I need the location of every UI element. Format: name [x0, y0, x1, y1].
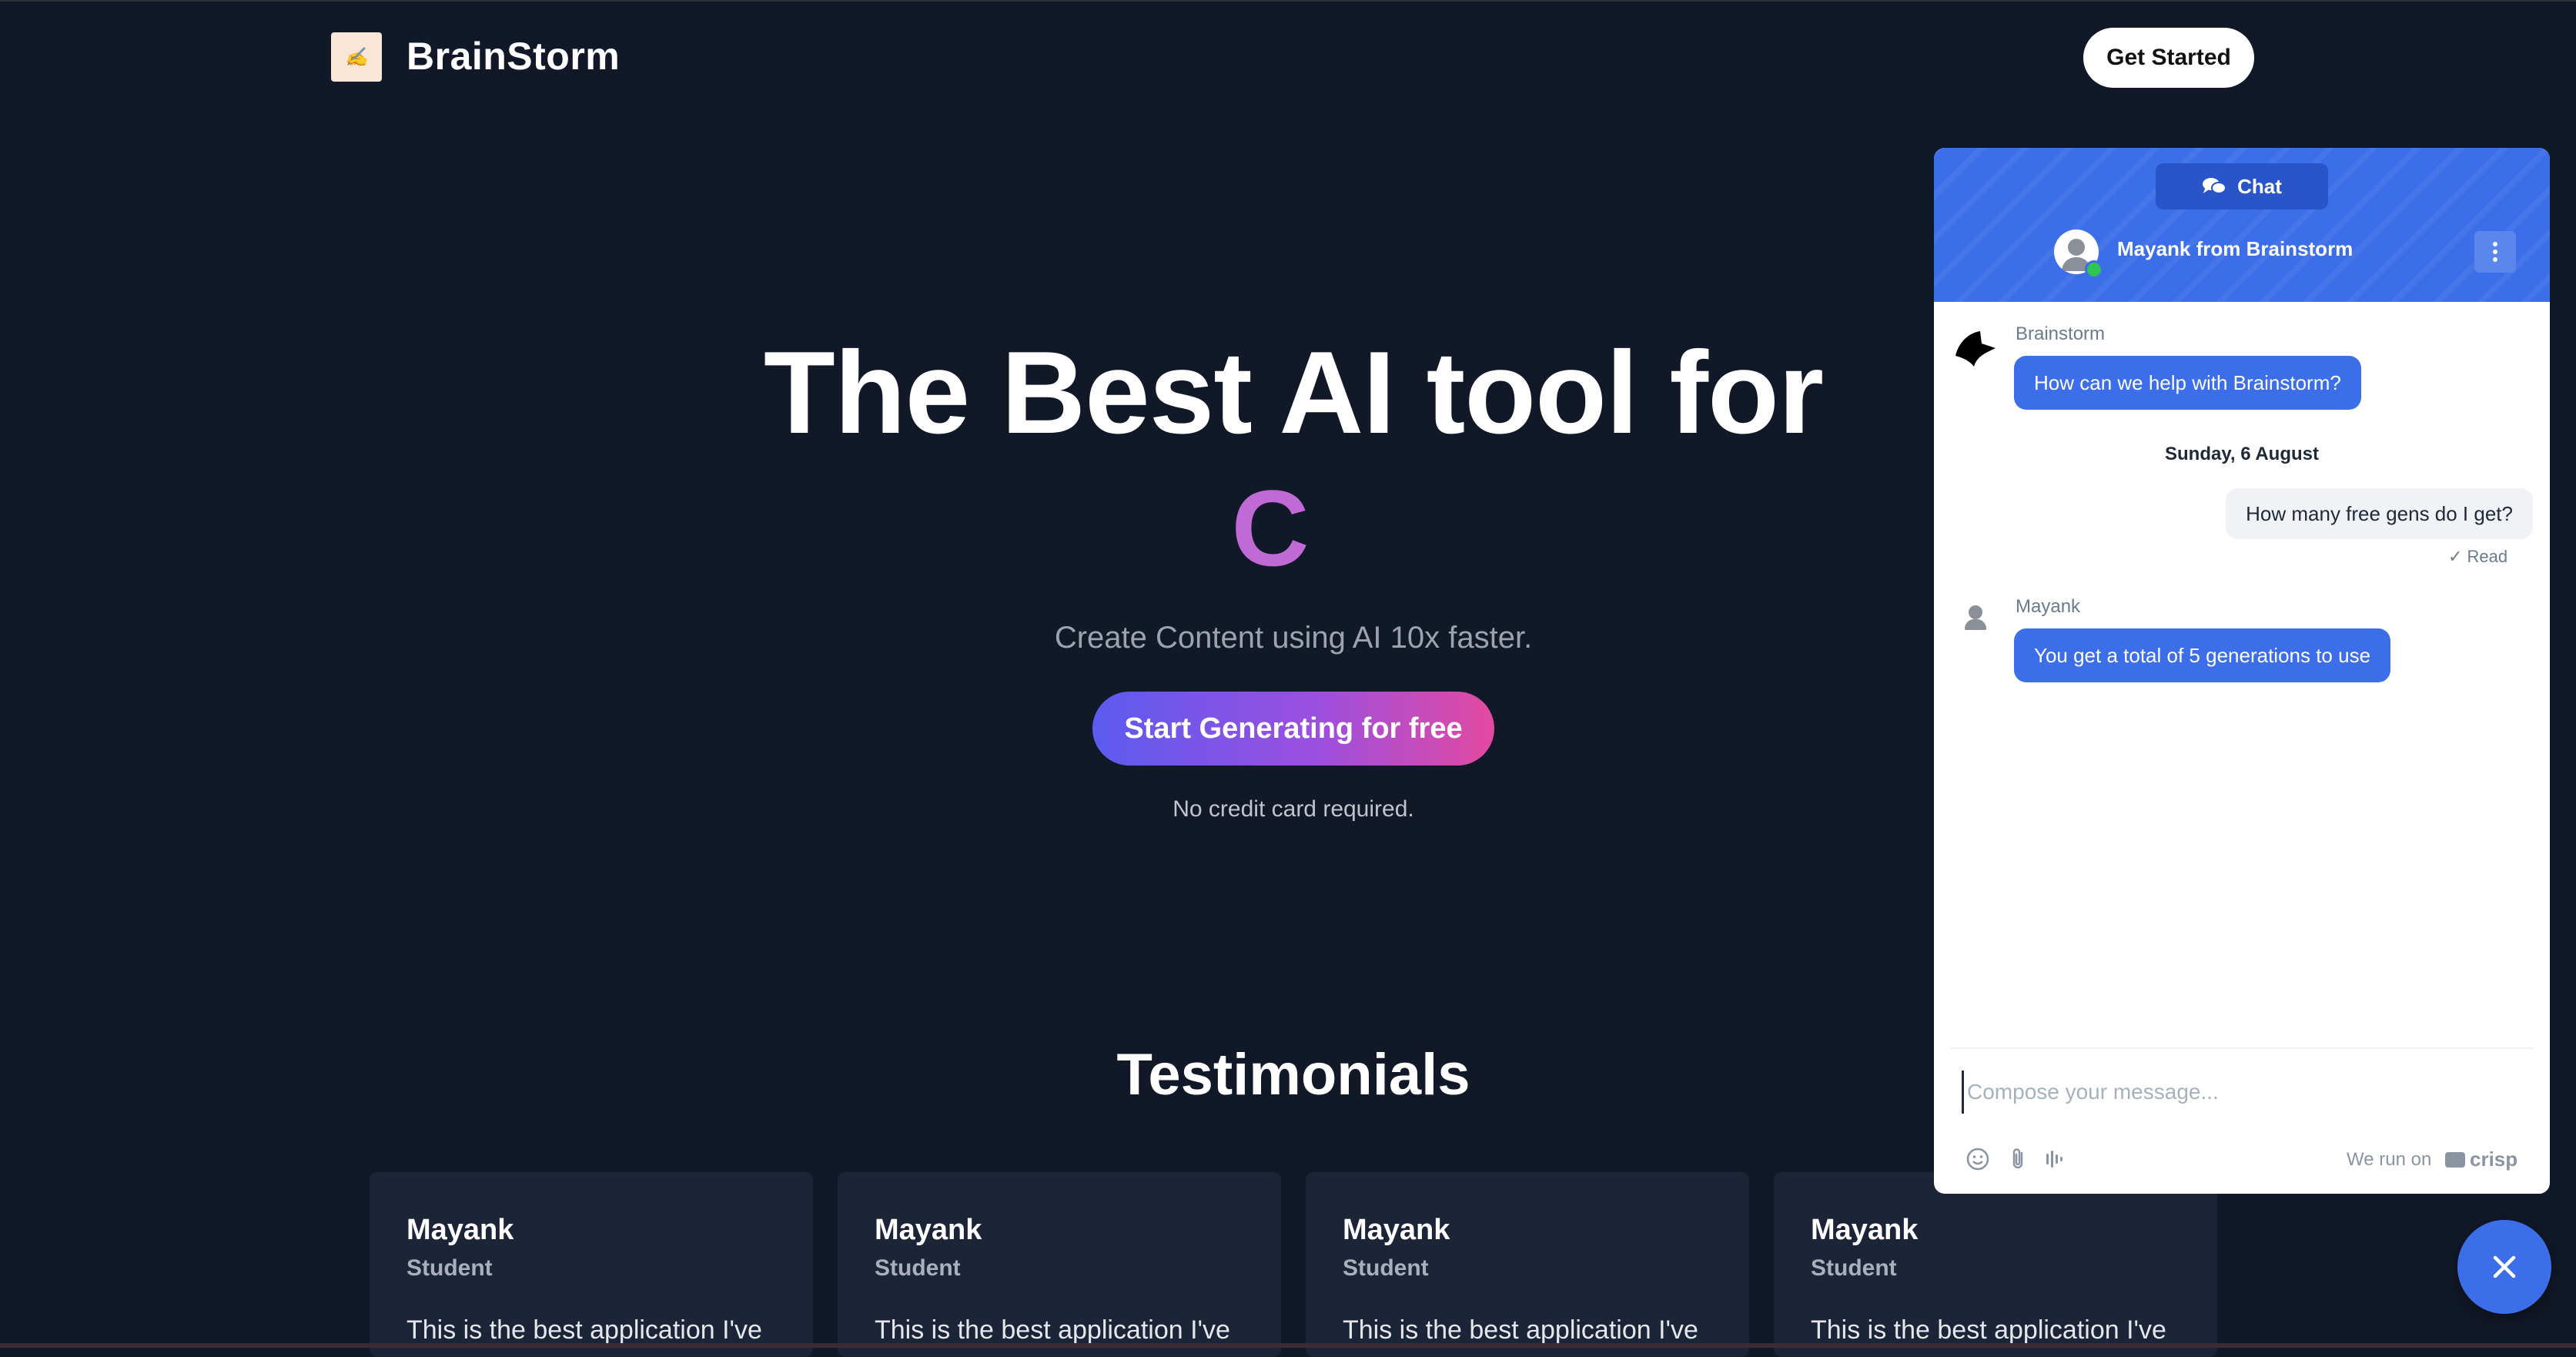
- chat-widget: Chat Mayank from Brainstorm Brainstorm H…: [1934, 148, 2550, 1194]
- crisp-link[interactable]: crisp: [2445, 1148, 2517, 1171]
- crisp-logo-icon: [2445, 1151, 2465, 1168]
- testimonial-text: This is the best application I've: [875, 1315, 1230, 1345]
- start-generating-button[interactable]: Start Generating for free: [1092, 692, 1494, 766]
- testimonial-name: Mayank: [1811, 1214, 1919, 1246]
- chat-tab-label: Chat: [2237, 174, 2282, 198]
- testimonial-name: Mayank: [406, 1214, 514, 1246]
- bottom-border: [0, 1343, 2576, 1348]
- online-status-indicator: [2085, 260, 2103, 279]
- get-started-button[interactable]: Get Started: [2083, 28, 2254, 88]
- more-options-icon[interactable]: [2474, 231, 2516, 273]
- user-message: How many free gens do I get?: [2226, 488, 2533, 539]
- date-separator: Sunday, 6 August: [2164, 444, 2319, 464]
- read-receipt: ✓ Read: [2448, 547, 2508, 566]
- message-sender: Mayank: [2016, 596, 2081, 617]
- agent-name: Mayank from Brainstorm: [2117, 237, 2354, 260]
- compose-message-input[interactable]: [1962, 1071, 2509, 1114]
- testimonial-text: This is the best application I've: [406, 1315, 762, 1345]
- testimonial-card: Mayank Student This is the best applicat…: [1774, 1172, 2217, 1357]
- hero-typed-text: C: [1231, 467, 1310, 588]
- crisp-brand: crisp: [2470, 1148, 2518, 1171]
- agent-small-avatar: [1962, 604, 1989, 632]
- top-border: [0, 0, 2576, 2]
- testimonial-name: Mayank: [875, 1214, 982, 1246]
- testimonial-role: Student: [406, 1255, 493, 1281]
- testimonial-text: This is the best application I've: [1811, 1315, 2166, 1345]
- emoji-icon[interactable]: [1965, 1146, 1991, 1172]
- compose-divider: [1951, 1047, 2533, 1049]
- audio-record-icon[interactable]: [2042, 1146, 2068, 1172]
- chat-message: You get a total of 5 generations to use: [2014, 628, 2391, 682]
- brand-logo-icon[interactable]: ✍: [331, 32, 382, 82]
- attachment-icon[interactable]: [2005, 1146, 2031, 1172]
- close-icon: [2493, 1255, 2516, 1278]
- testimonial-name: Mayank: [1343, 1214, 1450, 1246]
- close-chat-button[interactable]: [2457, 1220, 2551, 1314]
- chat-tab[interactable]: Chat: [2156, 163, 2328, 209]
- chat-header: Chat Mayank from Brainstorm: [1934, 148, 2550, 302]
- chat-bubbles-icon: [2203, 178, 2227, 194]
- chat-message: How can we help with Brainstorm?: [2014, 356, 2361, 410]
- testimonial-role: Student: [1343, 1255, 1429, 1281]
- testimonial-role: Student: [1811, 1255, 1897, 1281]
- brainstorm-logo-icon: [1955, 331, 1996, 367]
- powered-by-text: We run on: [2347, 1149, 2432, 1170]
- testimonial-card: Mayank Student This is the best applicat…: [838, 1172, 1281, 1357]
- brand-name[interactable]: BrainStorm: [406, 31, 620, 82]
- message-sender: Brainstorm: [2016, 323, 2106, 344]
- testimonial-card: Mayank Student This is the best applicat…: [370, 1172, 813, 1357]
- testimonial-role: Student: [875, 1255, 961, 1281]
- testimonial-text: This is the best application I've: [1343, 1315, 1698, 1345]
- testimonial-card: Mayank Student This is the best applicat…: [1306, 1172, 1749, 1357]
